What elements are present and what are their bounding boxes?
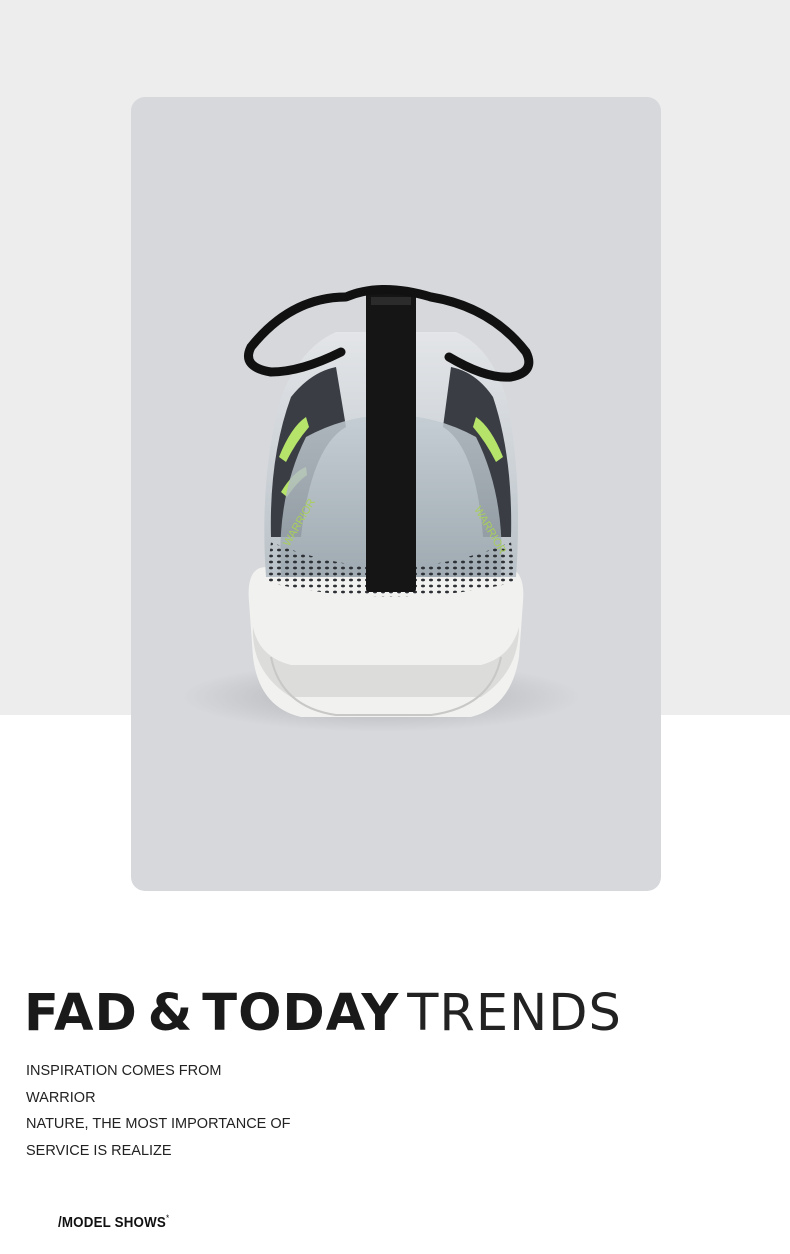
headline-part3: TRENDS [407,984,622,1043]
sneaker-image: WARRIOR WARRIOR [181,285,581,732]
description-line: INSPIRATION COMES FROM [26,1063,222,1079]
model-shows-label: /MODEL SHOWS* [58,1213,170,1231]
description: INSPIRATION COMES FROM WARRIOR NATURE, T… [26,1058,426,1164]
headline: FAD & TODAY TRENDS [24,984,622,1044]
model-shows-mark: * [165,1213,170,1223]
product-photo-card: WARRIOR WARRIOR [131,97,661,891]
description-line: SERVICE IS REALIZE [26,1142,172,1159]
headline-part1: FAD [24,984,138,1043]
description-line: NATURE, THE MOST IMPORTANCE OF [26,1116,291,1132]
headline-ampersand: & [147,984,193,1043]
headline-part2: TODAY [202,984,400,1043]
description-line: WARRIOR [26,1089,96,1106]
model-shows-text: /MODEL SHOWS [58,1215,166,1231]
